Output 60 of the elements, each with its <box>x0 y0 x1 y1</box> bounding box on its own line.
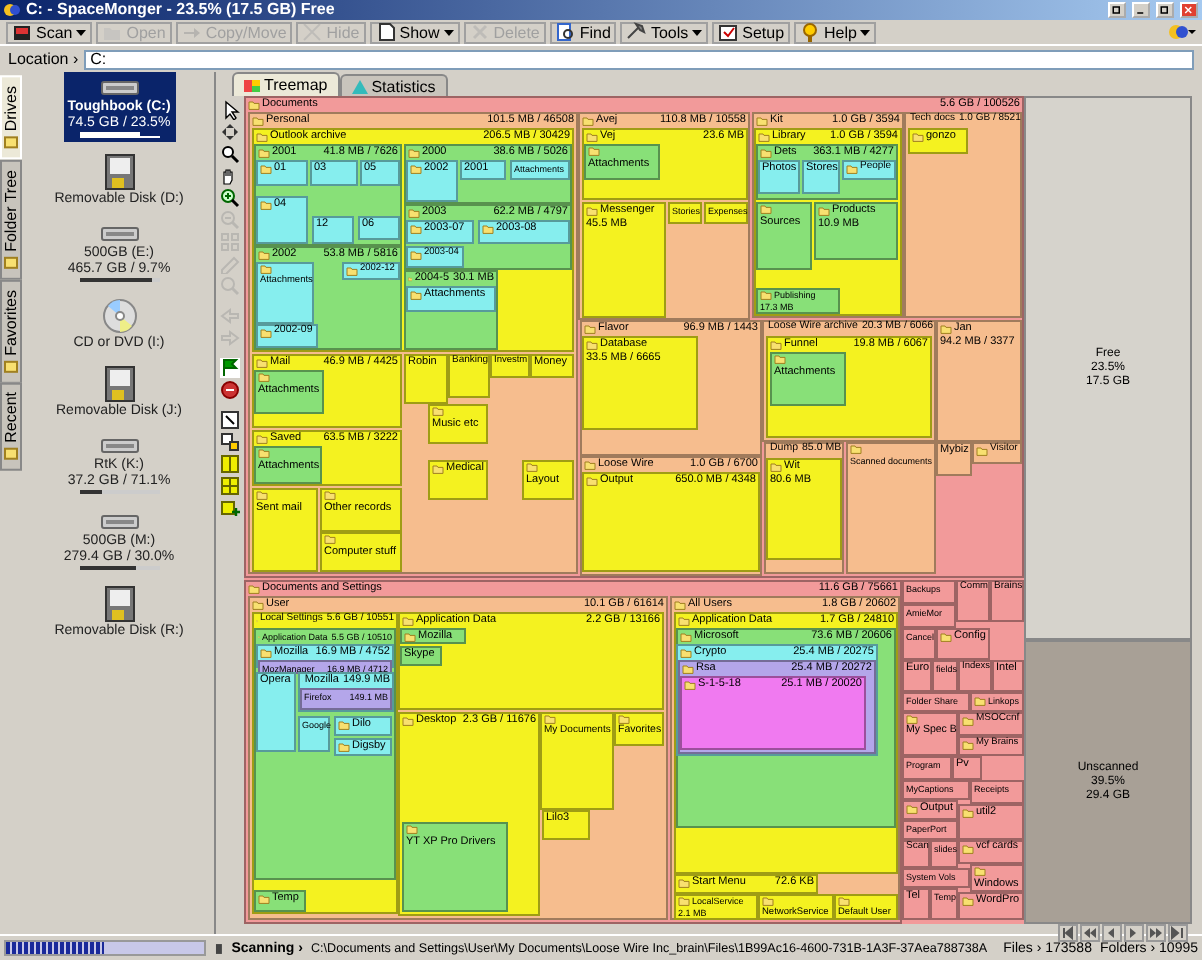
last-arrow-icon[interactable] <box>1168 924 1188 942</box>
setup-button[interactable]: Setup <box>712 21 791 43</box>
app-menu-icon[interactable] <box>1168 22 1196 42</box>
caret-icon <box>692 29 703 35</box>
find-button[interactable]: Find <box>549 21 617 43</box>
folder-tile[interactable] <box>244 580 902 924</box>
caret-icon <box>443 29 454 35</box>
wrench-icon <box>626 22 647 42</box>
columns-icon[interactable] <box>219 476 239 496</box>
add-icon[interactable] <box>219 498 239 518</box>
treemap-icon <box>244 77 260 93</box>
column-icon[interactable] <box>219 454 239 474</box>
view-tab[interactable]: Statistics <box>339 74 448 96</box>
pointer-icon[interactable] <box>219 100 239 120</box>
hand-icon[interactable] <box>219 166 239 186</box>
next-page-arrow-icon[interactable] <box>1146 924 1166 942</box>
bulb-icon <box>800 22 821 42</box>
prev-page-arrow-icon[interactable] <box>1080 924 1100 942</box>
folder-tile[interactable] <box>252 128 574 352</box>
app-icon <box>4 2 20 18</box>
flag-icon[interactable] <box>219 358 239 378</box>
window-title: C: - SpaceMonger - 23.5% (17.5 GB) Free <box>26 0 335 20</box>
side-tab[interactable]: Recent <box>0 382 22 472</box>
scan-button[interactable]: Scan <box>6 21 93 43</box>
folder-tile[interactable] <box>244 96 1024 578</box>
tools-button[interactable]: Tools <box>620 21 709 43</box>
location-label: Location › <box>8 50 79 68</box>
stop-icon[interactable] <box>219 380 239 400</box>
search-icon[interactable] <box>219 144 239 164</box>
arrow-icon <box>181 22 202 42</box>
folder-tile[interactable] <box>670 596 900 920</box>
drive-icon <box>99 510 139 532</box>
caret-icon <box>860 29 871 35</box>
minimize-button[interactable] <box>1132 2 1150 18</box>
select-down-icon[interactable] <box>219 432 239 452</box>
select-icon[interactable] <box>219 410 239 430</box>
cross-icon <box>469 22 490 42</box>
drive-icon <box>99 76 139 98</box>
side-tab[interactable]: Favorites <box>0 279 22 383</box>
folder-tile[interactable] <box>248 112 578 574</box>
help-button[interactable] <box>1108 2 1126 18</box>
zoom-in-icon[interactable] <box>219 188 239 208</box>
side-tab[interactable]: Drives <box>0 76 22 160</box>
maximize-button[interactable] <box>1156 2 1174 18</box>
grip-icon <box>213 941 224 955</box>
folder-tile[interactable] <box>248 596 668 920</box>
caret-icon <box>76 29 87 35</box>
view-tab[interactable]: Treemap <box>232 72 340 96</box>
scanner-icon <box>12 22 32 42</box>
cross-icon <box>302 22 323 42</box>
help-button[interactable]: Help <box>794 21 877 43</box>
drive-icon <box>99 434 139 456</box>
show-button[interactable]: Show <box>369 21 460 43</box>
drive-icon <box>99 222 139 244</box>
move-icon[interactable] <box>219 122 239 142</box>
first-arrow-icon[interactable] <box>1058 924 1078 942</box>
side-tab[interactable]: Folder Tree <box>0 159 22 280</box>
close-button[interactable] <box>1180 2 1198 18</box>
disc-icon <box>101 298 137 334</box>
location-field[interactable]: C: <box>84 49 1194 69</box>
